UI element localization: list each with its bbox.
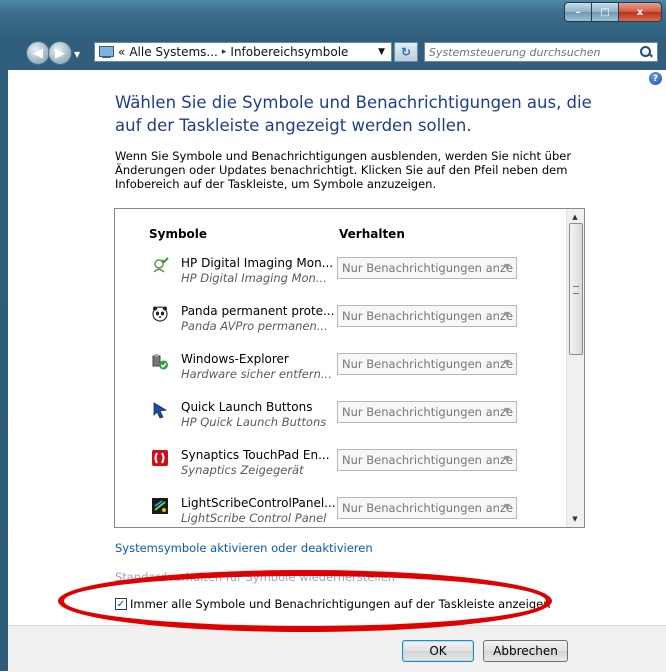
behavior-dropdown[interactable]: Nur Benachrichtigungen anze ▼	[337, 305, 517, 327]
behavior-dropdown[interactable]: Nur Benachrichtigungen anze ▼	[337, 497, 517, 519]
checkbox-label[interactable]: Immer alle Symbole und Benachrichtigunge…	[130, 597, 551, 611]
list-item: Quick Launch Buttons HP Quick Launch But…	[115, 397, 567, 445]
refresh-icon: ↻	[400, 45, 412, 59]
behavior-value: Nur Benachrichtigungen anze	[342, 309, 514, 323]
recent-pages-dropdown[interactable]: ▼	[74, 50, 80, 59]
item-name: Panda permanent prote...	[181, 304, 335, 318]
chevron-down-icon: ▼	[503, 454, 510, 463]
item-subtitle: HP Digital Imaging Mon...	[181, 271, 327, 285]
item-name: Synaptics TouchPad En...	[181, 448, 330, 462]
list-item: Panda permanent prote... Panda AVPro per…	[115, 301, 567, 349]
hp-imaging-icon	[153, 257, 169, 273]
close-button[interactable]: x	[618, 2, 662, 22]
search-box[interactable]	[424, 42, 658, 62]
control-panel-icon	[98, 46, 114, 58]
behavior-value: Nur Benachrichtigungen anze	[342, 501, 514, 515]
icon-list[interactable]: Symbole Verhalten HP Digital Imaging Mon…	[114, 208, 585, 528]
behavior-value: Nur Benachrichtigungen anze	[342, 405, 514, 419]
column-header-symbols: Symbole	[149, 227, 208, 241]
item-subtitle: Panda AVPro permanen...	[181, 319, 328, 333]
behavior-value: Nur Benachrichtigungen anze	[342, 453, 514, 467]
breadcrumb-notification-icons[interactable]: Infobereichsymbole	[230, 45, 348, 59]
item-name: HP Digital Imaging Mon...	[181, 256, 334, 270]
panda-icon	[152, 306, 168, 322]
behavior-value: Nur Benachrichtigungen anze	[342, 357, 514, 371]
control-panel-window: – □ x ◀ ▶ ▼ « Alle Systems... ▸ Infobere…	[0, 0, 666, 672]
page-title: Wählen Sie die Symbole und Benachrichtig…	[115, 93, 592, 135]
caption-buttons: – □ x	[564, 2, 662, 22]
scroll-down-button[interactable]: ▼	[567, 511, 583, 527]
back-button[interactable]: ◀	[26, 41, 50, 65]
list-item: LightScribeControlPanel... LightScribe C…	[115, 493, 567, 527]
breadcrumb-overflow[interactable]: «	[118, 45, 125, 59]
list-item: Synaptics TouchPad En... Synaptics Zeige…	[115, 445, 567, 493]
grip-icon	[573, 286, 579, 294]
address-bar[interactable]: « Alle Systems... ▸ Infobereichsymbole ▼	[94, 42, 392, 62]
help-icon[interactable]: ?	[649, 72, 662, 85]
breadcrumb-separator[interactable]: ▸	[222, 47, 227, 57]
chevron-down-icon: ▼	[503, 502, 510, 511]
chevron-down-icon: ▼	[503, 310, 510, 319]
lightscribe-icon	[152, 498, 168, 514]
behavior-dropdown[interactable]: Nur Benachrichtigungen anze ▼	[337, 257, 517, 279]
show-all-icons-checkbox[interactable]: ✓	[115, 598, 127, 610]
system-icons-link[interactable]: Systemsymbole aktivieren oder deaktivier…	[115, 541, 373, 555]
dialog-footer: OK Abbrechen	[8, 625, 666, 672]
search-icon[interactable]	[640, 46, 652, 58]
item-subtitle: LightScribe Control Panel	[181, 511, 327, 525]
breadcrumb-all-settings[interactable]: Alle Systems...	[129, 45, 218, 59]
chevron-down-icon[interactable]: ▼	[378, 47, 385, 57]
list-item: Windows-Explorer Hardware sicher entfern…	[115, 349, 567, 397]
item-subtitle: Hardware sicher entfern...	[181, 367, 332, 381]
item-name: LightScribeControlPanel...	[181, 496, 336, 510]
item-subtitle: Synaptics Zeigegerät	[181, 463, 304, 477]
title-bar: – □ x	[0, 0, 666, 34]
cancel-button[interactable]: Abbrechen	[483, 640, 568, 662]
list-item: HP Digital Imaging Mon... HP Digital Ima…	[115, 253, 567, 301]
show-all-icons-option[interactable]: ✓ Immer alle Symbole und Benachrichtigun…	[115, 597, 551, 611]
vertical-scrollbar[interactable]: ▲ ▼	[566, 209, 584, 527]
item-name: Quick Launch Buttons	[181, 400, 313, 414]
search-input[interactable]	[429, 44, 629, 60]
checkmark-icon: ✓	[116, 598, 126, 610]
synaptics-icon	[152, 450, 168, 466]
navigation-bar: ◀ ▶ ▼ « Alle Systems... ▸ Infobereichsym…	[0, 36, 666, 70]
maximize-button[interactable]: □	[591, 2, 619, 22]
behavior-dropdown[interactable]: Nur Benachrichtigungen anze ▼	[337, 401, 517, 423]
back-arrow-icon: ◀	[33, 45, 43, 61]
scroll-thumb[interactable]	[569, 223, 583, 355]
behavior-dropdown[interactable]: Nur Benachrichtigungen anze ▼	[337, 353, 517, 375]
item-subtitle: HP Quick Launch Buttons	[181, 415, 327, 429]
refresh-button[interactable]: ↻	[394, 42, 418, 62]
column-header-behavior: Verhalten	[339, 227, 405, 241]
chevron-down-icon: ▼	[503, 406, 510, 415]
behavior-dropdown[interactable]: Nur Benachrichtigungen anze ▼	[337, 449, 517, 471]
forward-arrow-icon: ▶	[55, 45, 65, 61]
page-description: Wenn Sie Symbole und Benachrichtigungen …	[115, 149, 572, 191]
chevron-down-icon: ▼	[503, 358, 510, 367]
behavior-value: Nur Benachrichtigungen anze	[342, 261, 514, 275]
item-name: Windows-Explorer	[181, 352, 289, 366]
minimize-button[interactable]: –	[564, 2, 592, 22]
restore-default-link[interactable]: Standardverhalten für Symbole wiederhers…	[115, 570, 395, 584]
usb-safe-remove-icon	[152, 354, 168, 370]
quick-launch-icon	[153, 402, 168, 419]
ok-button[interactable]: OK	[402, 640, 474, 662]
forward-button[interactable]: ▶	[48, 41, 72, 65]
chevron-down-icon: ▼	[503, 262, 510, 271]
main-content: ? Wählen Sie die Symbole und Benachricht…	[8, 70, 666, 625]
